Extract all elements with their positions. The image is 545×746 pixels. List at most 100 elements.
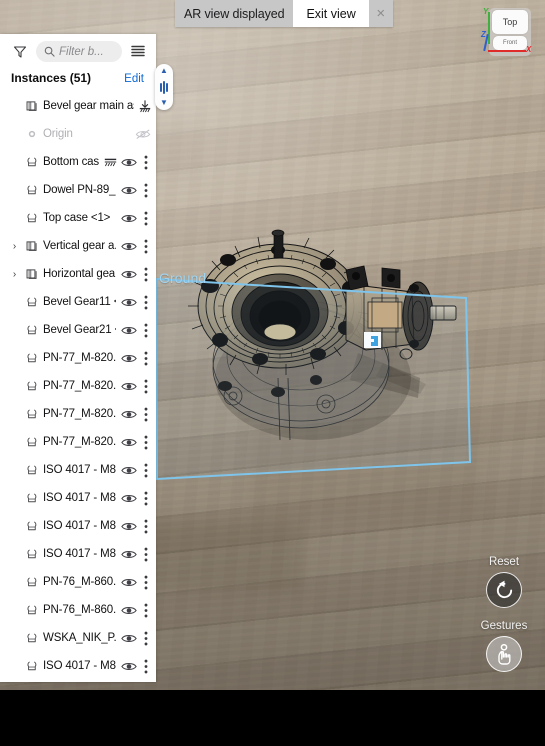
visibility-eye-icon[interactable] (120, 210, 137, 227)
row-menu-icon[interactable] (140, 378, 151, 395)
part-icon (24, 352, 39, 364)
tree-row[interactable]: PN-77_M-820... (0, 400, 156, 428)
visibility-eye-icon[interactable] (120, 462, 137, 479)
chevron-down-icon[interactable]: ▼ (160, 99, 168, 107)
part-glyph (26, 661, 36, 671)
tree-row-actions (104, 154, 151, 171)
row-menu-icon[interactable] (140, 322, 151, 339)
tree-row[interactable]: PN-77_M-820... (0, 344, 156, 372)
row-menu-icon[interactable] (140, 154, 151, 171)
visibility-eye-icon[interactable] (120, 238, 137, 255)
visibility-eye-icon[interactable] (120, 434, 137, 451)
tree-row[interactable]: ISO 4017 - M8... (0, 484, 156, 512)
tree-row[interactable]: Origin (0, 120, 156, 148)
tree-row[interactable]: › Vertical gear a... (0, 232, 156, 260)
kebab-glyph (144, 407, 147, 421)
list-options-icon[interactable] (128, 42, 148, 62)
row-menu-icon[interactable] (140, 294, 151, 311)
row-menu-icon[interactable] (140, 406, 151, 423)
tree-row[interactable]: Top case <1> (0, 204, 156, 232)
view-cube-face-front[interactable]: Front (493, 36, 527, 50)
tree-row[interactable]: Bottom cas... (0, 148, 156, 176)
tree-row[interactable]: ISO 4017 - M8... (0, 512, 156, 540)
panel-toolbar: Filter b... (0, 34, 156, 66)
instances-tree[interactable]: Bevel gear main ass... Origin Bottom cas..… (0, 92, 156, 682)
visibility-eye-icon[interactable] (120, 574, 137, 591)
row-menu-icon[interactable] (140, 658, 151, 675)
row-menu-icon[interactable] (140, 182, 151, 199)
visibility-eye-icon[interactable] (120, 546, 137, 563)
visibility-eye-icon[interactable] (120, 182, 137, 199)
close-icon[interactable]: × (368, 0, 393, 27)
panel-resize-handle[interactable]: ▲ ▼ (155, 64, 173, 110)
tree-row[interactable]: ISO 4017 - M8... (0, 652, 156, 680)
axis-z-label: Z (481, 30, 486, 39)
tree-row[interactable]: Dowel PN-89_... (0, 176, 156, 204)
row-menu-icon[interactable] (140, 574, 151, 591)
fixed-ground-icon[interactable] (104, 155, 117, 169)
tree-row-label: ISO 4017 - M8... (43, 548, 116, 560)
visibility-eye-off-icon[interactable] (134, 126, 151, 143)
row-menu-icon[interactable] (140, 546, 151, 563)
row-menu-icon[interactable] (140, 518, 151, 535)
visibility-eye-icon[interactable] (120, 630, 137, 647)
search-icon (44, 46, 55, 57)
tree-row-label: Bevel Gear21 <... (43, 324, 116, 336)
visibility-eye-icon[interactable] (120, 490, 137, 507)
tree-row[interactable]: ISO 4017 - M8... (0, 540, 156, 568)
visibility-eye-icon[interactable] (120, 602, 137, 619)
chevron-up-icon[interactable]: ▲ (160, 67, 168, 75)
row-menu-icon[interactable] (140, 602, 151, 619)
row-menu-icon[interactable] (140, 350, 151, 367)
visibility-eye-icon[interactable] (120, 658, 137, 675)
gestures-button[interactable]: Gestures (481, 620, 527, 672)
tree-row[interactable]: PN-77_M-820... (0, 372, 156, 400)
row-menu-icon[interactable] (140, 462, 151, 479)
eye-glyph (120, 382, 137, 390)
row-menu-icon[interactable] (140, 630, 151, 647)
edit-button[interactable]: Edit (124, 73, 144, 85)
visibility-eye-icon[interactable] (120, 378, 137, 395)
tree-row[interactable]: PN-76_M-860... (0, 596, 156, 624)
view-cube-face-top[interactable]: Top (492, 10, 528, 34)
visibility-eye-icon[interactable] (120, 518, 137, 535)
exit-view-button[interactable]: Exit view (293, 0, 369, 27)
tree-row-actions (120, 546, 151, 563)
tree-row[interactable]: PN-76_M-860... (0, 568, 156, 596)
row-menu-icon[interactable] (140, 490, 151, 507)
tree-row[interactable]: WSKA_NIK_P... (0, 624, 156, 652)
visibility-eye-icon[interactable] (120, 154, 137, 171)
filter-icon[interactable] (10, 42, 30, 62)
visibility-eye-icon[interactable] (120, 266, 137, 283)
chevron-right-icon[interactable]: › (9, 241, 20, 252)
tree-row[interactable]: › Horizontal gea... (0, 260, 156, 288)
reset-button[interactable]: Reset (486, 556, 522, 608)
row-menu-icon[interactable] (140, 434, 151, 451)
part-glyph (26, 633, 36, 643)
visibility-eye-icon[interactable] (120, 350, 137, 367)
eye-glyph (120, 578, 137, 586)
tree-row[interactable]: Bevel Gear21 <... (0, 316, 156, 344)
reset-rotate-icon[interactable] (486, 572, 522, 608)
tree-row-label: ISO 4017 - M8... (43, 660, 116, 672)
visibility-eye-icon[interactable] (120, 322, 137, 339)
row-menu-icon[interactable] (140, 210, 151, 227)
view-orientation-cube[interactable]: Top Front X Y Z (479, 6, 537, 62)
row-menu-icon[interactable] (140, 238, 151, 255)
kebab-glyph (144, 659, 147, 673)
tree-row[interactable]: Bevel gear main ass... (0, 92, 156, 120)
visibility-eye-icon[interactable] (120, 294, 137, 311)
tree-row[interactable]: Bevel Gear11 <... (0, 288, 156, 316)
cad-model-bevel-gear-assembly[interactable] (168, 228, 468, 448)
tree-row[interactable]: PN-77_M-820... (0, 428, 156, 456)
eye-glyph (120, 550, 137, 558)
row-menu-icon[interactable] (140, 266, 151, 283)
filter-input[interactable]: Filter b... (36, 41, 122, 62)
tree-row[interactable]: ISO 4017 - M8... (0, 456, 156, 484)
part-glyph (26, 437, 36, 447)
visibility-eye-icon[interactable] (120, 406, 137, 423)
hand-touch-icon[interactable] (485, 636, 522, 672)
assembly-icon (24, 100, 39, 112)
fixed-ground-icon[interactable] (138, 99, 151, 113)
chevron-right-icon[interactable]: › (9, 269, 20, 280)
